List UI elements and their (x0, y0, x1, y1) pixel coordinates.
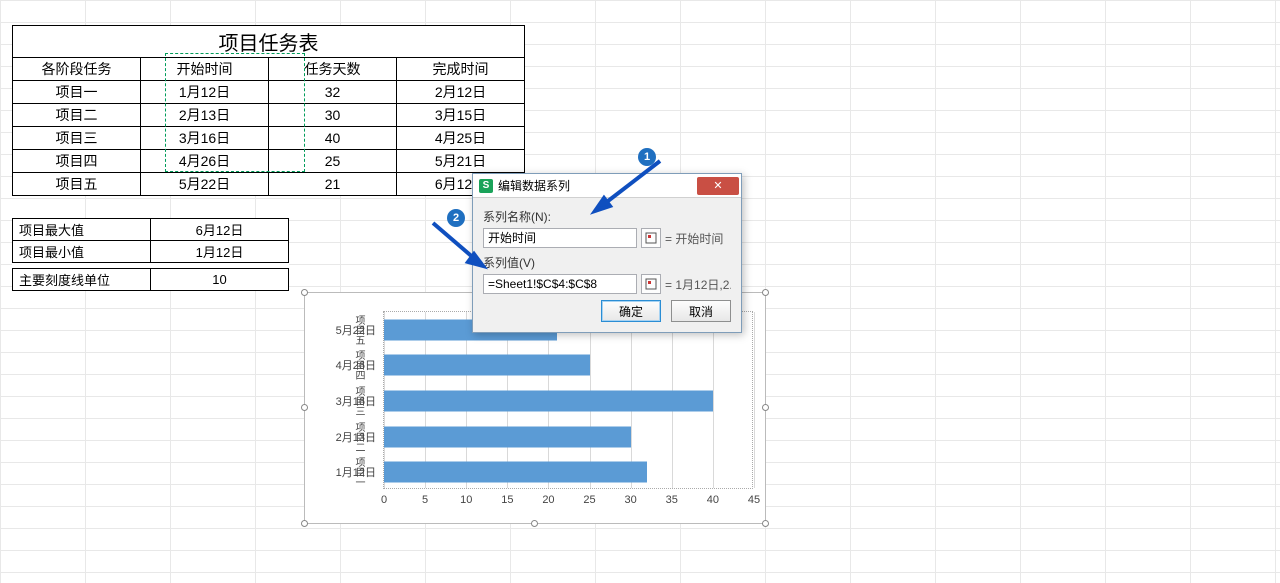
table-row: 项目四 4月26日 25 5月21日 (13, 150, 525, 173)
chart-x-tick: 30 (625, 494, 637, 506)
close-button[interactable]: ✕ (697, 177, 739, 195)
summary-max-value[interactable]: 6月12日 (151, 219, 289, 241)
chart-x-tick: 40 (707, 494, 719, 506)
summary-table: 项目最大值 6月12日 项目最小值 1月12日 主要刻度线单位 10 (12, 218, 289, 291)
task-header-3: 完成时间 (397, 58, 525, 81)
chart-y-category: 项目四 (351, 348, 366, 382)
range-picker-button[interactable] (641, 228, 661, 248)
series-values-readout: = 1月12日,2... (665, 276, 731, 293)
chart-x-tick: 20 (542, 494, 554, 506)
chart-bar[interactable] (384, 462, 647, 483)
cancel-button[interactable]: 取消 (671, 300, 731, 322)
chart-x-tick: 5 (422, 494, 428, 506)
table-row: 项目三 3月16日 40 4月25日 (13, 127, 525, 150)
table-row: 项目五 5月22日 21 6月12日 (13, 173, 525, 196)
task-table: 项目任务表 各阶段任务 开始时间 任务天数 完成时间 项目一 1月12日 32 … (12, 25, 525, 196)
task-table-title: 项目任务表 (13, 26, 525, 58)
chart-x-tick: 10 (460, 494, 472, 506)
chart-x-tick: 45 (748, 494, 760, 506)
chart-plot-area[interactable]: 0510152025303540451月12日项目一2月13日项目二3月16日项… (383, 311, 753, 489)
task-header-1: 开始时间 (141, 58, 269, 81)
chart-bar[interactable] (384, 355, 590, 376)
summary-max-label[interactable]: 项目最大值 (13, 219, 151, 241)
app-icon: S (479, 179, 493, 193)
task-header-0: 各阶段任务 (13, 58, 141, 81)
chart-y-category: 项目三 (351, 384, 366, 418)
series-name-input[interactable]: 开始时间 (483, 228, 637, 248)
chart-x-tick: 0 (381, 494, 387, 506)
chart-bar[interactable] (384, 391, 713, 412)
series-name-readout: = 开始时间 (665, 230, 731, 247)
task-header-2: 任务天数 (269, 58, 397, 81)
chart-gridline (754, 312, 755, 488)
arrow-icon (580, 156, 670, 226)
chart-x-tick: 25 (583, 494, 595, 506)
chart-y-category: 项目一 (351, 455, 366, 489)
chart-y-category: 项目五 (351, 313, 366, 347)
chart-bar[interactable] (384, 426, 631, 447)
summary-tick-value[interactable]: 10 (151, 269, 289, 291)
chart-x-tick: 15 (501, 494, 513, 506)
arrow-icon (418, 218, 498, 278)
series-values-label: 系列值(V) (483, 254, 731, 271)
chart-gridline (713, 312, 714, 488)
chart-y-category: 项目二 (351, 420, 366, 454)
chart-x-tick: 35 (666, 494, 678, 506)
range-picker-button[interactable] (641, 274, 661, 294)
summary-tick-label[interactable]: 主要刻度线单位 (13, 269, 151, 291)
summary-min-value[interactable]: 1月12日 (151, 241, 289, 263)
summary-min-label[interactable]: 项目最小值 (13, 241, 151, 263)
series-values-input[interactable]: =Sheet1!$C$4:$C$8 (483, 274, 637, 294)
table-row: 项目一 1月12日 32 2月12日 (13, 81, 525, 104)
ok-button[interactable]: 确定 (601, 300, 661, 322)
table-row: 项目二 2月13日 30 3月15日 (13, 104, 525, 127)
dialog-title: 编辑数据系列 (498, 177, 570, 194)
